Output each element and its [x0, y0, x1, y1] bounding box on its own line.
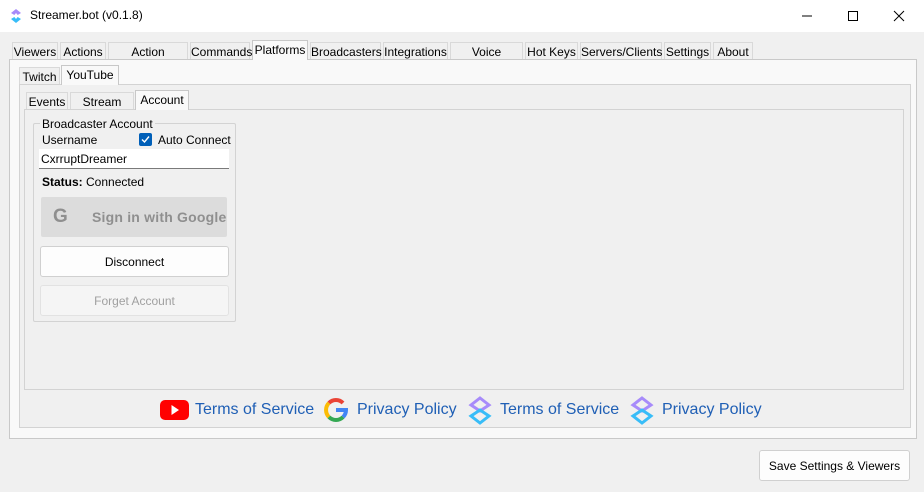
tab-action-queues[interactable]: Action Queues — [108, 42, 188, 77]
streamerbot-terms-link[interactable]: Terms of Service — [500, 401, 619, 419]
username-label: Username — [42, 133, 98, 147]
google-privacy-link[interactable]: Privacy Policy — [357, 401, 457, 419]
tab-youtube[interactable]: YouTube — [61, 65, 119, 85]
minimize-button[interactable] — [784, 0, 830, 32]
tab-servers-clients[interactable]: Servers/Clients — [580, 42, 662, 60]
tab-commands[interactable]: Commands — [190, 42, 252, 60]
save-settings-button[interactable]: Save Settings & Viewers — [759, 450, 910, 481]
tab-platforms[interactable]: Platforms — [252, 40, 308, 60]
forget-account-button[interactable]: Forget Account — [40, 285, 229, 316]
tab-hot-keys[interactable]: Hot Keys — [525, 42, 578, 60]
youtube-terms-link[interactable]: Terms of Service — [195, 401, 314, 419]
tab-settings[interactable]: Settings — [664, 42, 711, 60]
streamerbot-icon — [630, 396, 654, 425]
sign-in-with-google-button[interactable]: G Sign in with Google — [41, 197, 227, 237]
tab-voice-control[interactable]: Voice Control — [450, 42, 523, 77]
streamerbot-app-icon — [11, 9, 21, 23]
close-button[interactable] — [876, 0, 922, 32]
tab-viewers[interactable]: Viewers — [12, 42, 58, 60]
maximize-icon — [848, 11, 858, 21]
google-g-icon: G — [53, 206, 68, 227]
tab-events[interactable]: Events — [26, 92, 68, 110]
tab-integrations[interactable]: Integrations — [383, 42, 448, 60]
tab-account[interactable]: Account — [135, 90, 189, 110]
title-bar: Streamer.bot (v0.1.8) — [0, 0, 924, 32]
youtube-icon — [160, 400, 189, 420]
tab-actions[interactable]: Actions — [60, 42, 106, 60]
close-icon — [893, 10, 905, 22]
google-icon — [324, 398, 349, 422]
status-label: Status: — [42, 175, 83, 189]
auto-connect-label[interactable]: Auto Connect — [158, 133, 231, 147]
minimize-icon — [802, 15, 812, 17]
streamerbot-icon — [468, 396, 492, 425]
username-field[interactable] — [39, 149, 229, 169]
auto-connect-checkbox[interactable] — [139, 133, 152, 146]
group-title: Broadcaster Account — [40, 117, 155, 131]
checkmark-icon — [141, 136, 150, 144]
tab-about[interactable]: About — [713, 42, 753, 60]
sign-in-label: Sign in with Google — [92, 209, 227, 225]
status-value: Connected — [86, 175, 145, 189]
streamerbot-privacy-link[interactable]: Privacy Policy — [662, 401, 762, 419]
window-title: Streamer.bot (v0.1.8) — [30, 8, 143, 22]
tab-twitch[interactable]: Twitch — [19, 67, 60, 85]
tab-stream-info[interactable]: Stream Info — [70, 92, 134, 127]
status-row: Status: Connected — [42, 175, 144, 189]
maximize-button[interactable] — [830, 0, 876, 32]
disconnect-button[interactable]: Disconnect — [40, 246, 229, 277]
tab-broadcasters[interactable]: Broadcasters — [310, 42, 382, 60]
